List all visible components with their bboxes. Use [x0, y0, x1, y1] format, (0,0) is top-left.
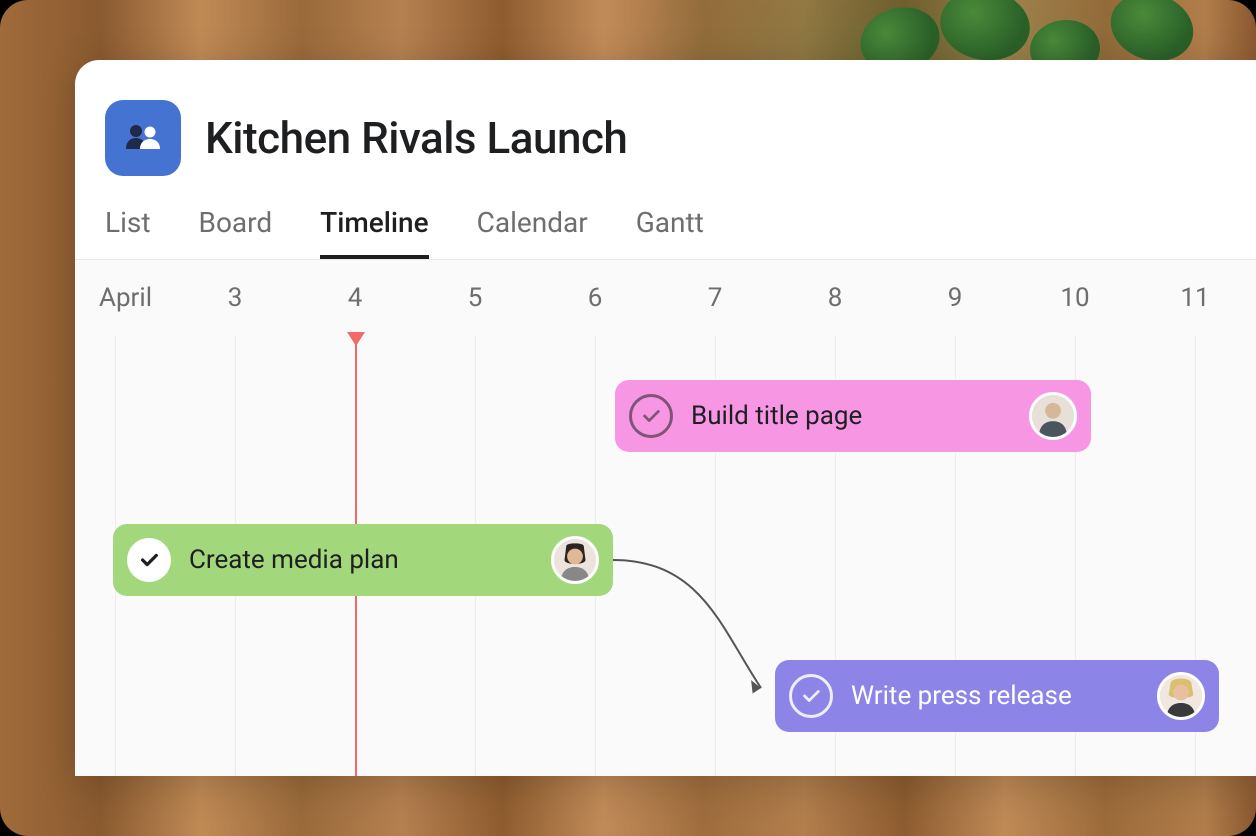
avatar[interactable] — [1157, 672, 1205, 720]
date-header: April 3 4 5 6 7 8 9 10 11 — [75, 260, 1256, 336]
project-card: Kitchen Rivals Launch List Board Timelin… — [75, 60, 1256, 776]
task-label: Write press release — [851, 681, 1139, 711]
avatar[interactable] — [1029, 392, 1077, 440]
task-build-title-page[interactable]: Build title page — [615, 380, 1091, 452]
month-label: April — [99, 283, 152, 313]
task-create-media-plan[interactable]: Create media plan — [113, 524, 613, 596]
task-label: Build title page — [691, 401, 1011, 431]
day-9[interactable]: 9 — [895, 260, 1015, 336]
people-icon — [123, 123, 163, 153]
view-tabs: List Board Timeline Calendar Gantt — [75, 206, 1256, 259]
timeline-area: April 3 4 5 6 7 8 9 10 11 — [75, 259, 1256, 776]
tab-list[interactable]: List — [105, 206, 151, 259]
project-header: Kitchen Rivals Launch — [75, 60, 1256, 176]
task-write-press-release[interactable]: Write press release — [775, 660, 1219, 732]
day-11[interactable]: 11 — [1135, 260, 1255, 336]
today-caret-icon — [347, 332, 365, 346]
check-icon[interactable] — [789, 674, 833, 718]
day-8[interactable]: 8 — [775, 260, 895, 336]
timeline-grid: Build title page Create media plan — [75, 336, 1256, 776]
dependency-arrow — [611, 558, 791, 708]
project-icon[interactable] — [105, 100, 181, 176]
tab-timeline[interactable]: Timeline — [320, 206, 428, 259]
check-icon[interactable] — [629, 394, 673, 438]
tab-board[interactable]: Board — [199, 206, 273, 259]
avatar[interactable] — [551, 536, 599, 584]
task-label: Create media plan — [189, 545, 533, 575]
day-10[interactable]: 10 — [1015, 260, 1135, 336]
tab-calendar[interactable]: Calendar — [477, 206, 588, 259]
check-icon[interactable] — [127, 538, 171, 582]
day-3[interactable]: 3 — [175, 260, 295, 336]
day-7[interactable]: 7 — [655, 260, 775, 336]
tab-gantt[interactable]: Gantt — [636, 206, 704, 259]
day-6[interactable]: 6 — [535, 260, 655, 336]
project-title: Kitchen Rivals Launch — [205, 112, 627, 164]
day-4[interactable]: 4 — [295, 260, 415, 336]
day-5[interactable]: 5 — [415, 260, 535, 336]
